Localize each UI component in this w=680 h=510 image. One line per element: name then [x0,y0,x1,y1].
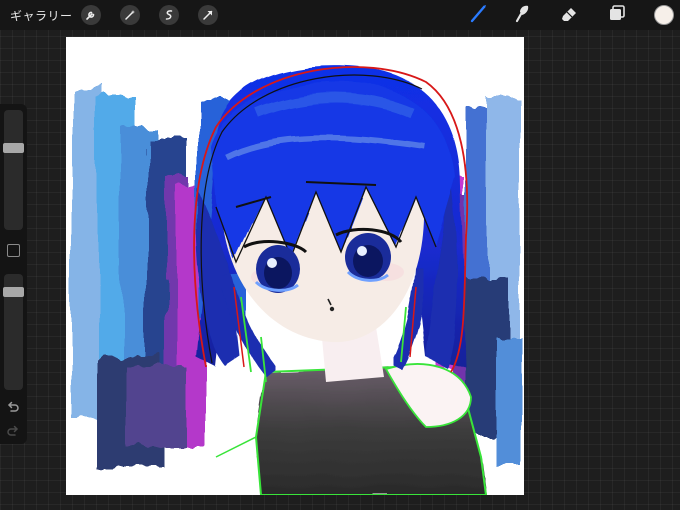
brush-tool-button[interactable] [468,4,490,26]
modify-square-icon[interactable] [7,244,20,257]
layers-tool-button[interactable] [606,4,628,26]
selection-icon [163,6,175,25]
left-sidebar [0,104,27,444]
brush-icon [469,3,489,27]
brush-size-slider-thumb[interactable] [3,143,24,153]
eraser-icon [559,3,579,27]
painting-artwork [70,66,522,495]
magic-wand-icon [124,6,136,25]
adjustments-button[interactable] [120,5,140,25]
actions-button[interactable] [81,5,101,25]
eraser-tool-button[interactable] [558,4,580,26]
wrench-icon [85,6,97,25]
transform-arrow-icon [202,6,214,25]
opacity-slider[interactable] [3,274,24,390]
undo-button[interactable] [5,400,21,416]
smudge-tool-button[interactable] [512,4,534,26]
smudge-icon [513,3,533,27]
layers-icon [607,3,627,27]
color-swatch[interactable] [654,5,674,25]
gallery-button[interactable]: ギャラリー [10,7,73,24]
top-toolbar: ギャラリー [0,0,680,30]
opacity-slider-thumb[interactable] [3,286,24,297]
drawing-canvas[interactable] [66,37,524,495]
selection-button[interactable] [159,5,179,25]
redo-button[interactable] [5,424,21,440]
undo-icon [6,399,20,418]
redo-icon [6,423,20,442]
brush-size-slider[interactable] [3,110,24,230]
transform-button[interactable] [198,5,218,25]
